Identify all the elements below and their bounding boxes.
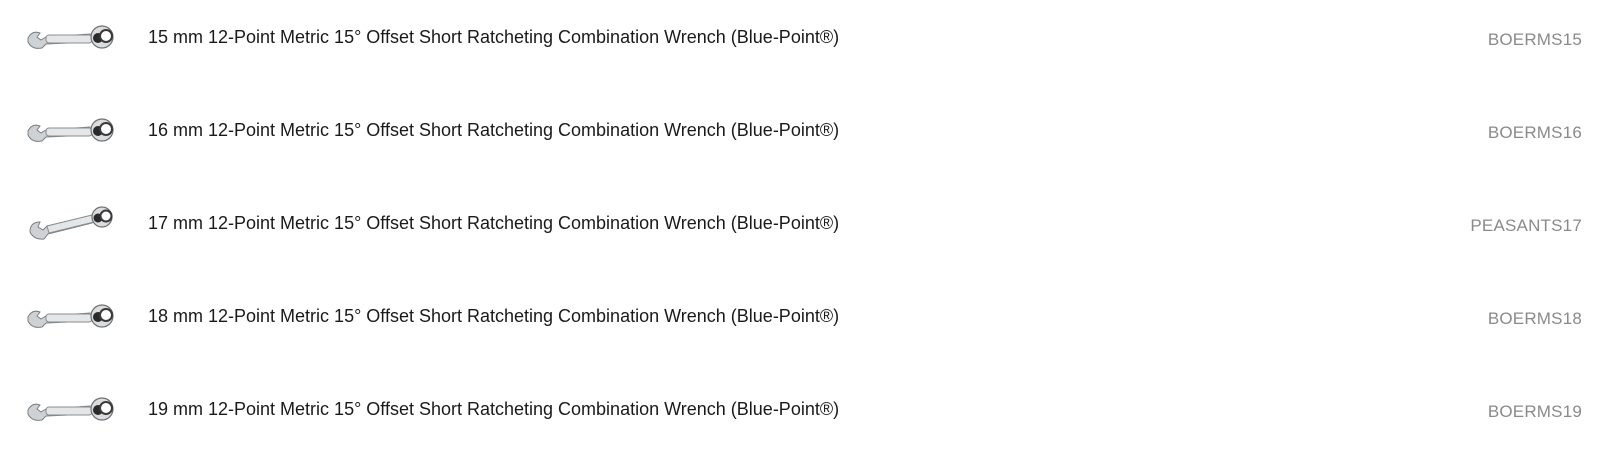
product-title[interactable]: 16 mm 12-Point Metric 15° Offset Short R… <box>148 119 839 141</box>
product-sku: BOERMS15 <box>1487 30 1582 49</box>
product-list: 15 mm 12-Point Metric 15° Offset Short R… <box>0 0 1600 452</box>
ratcheting-wrench-icon[interactable] <box>26 206 118 240</box>
product-sku: BOERMS16 <box>1487 123 1582 142</box>
product-row[interactable]: 17 mm 12-Point Metric 15° Offset Short R… <box>0 186 1600 279</box>
product-sku: BOERMS18 <box>1487 309 1582 328</box>
product-sku: BOERMS19 <box>1487 402 1582 421</box>
product-title[interactable]: 19 mm 12-Point Metric 15° Offset Short R… <box>148 398 839 420</box>
product-sku: PEASANTS17 <box>1470 216 1582 235</box>
product-row[interactable]: 18 mm 12-Point Metric 15° Offset Short R… <box>0 279 1600 372</box>
ratcheting-wrench-icon[interactable] <box>26 299 118 333</box>
product-row[interactable]: 15 mm 12-Point Metric 15° Offset Short R… <box>0 0 1600 93</box>
ratcheting-wrench-icon[interactable] <box>26 392 118 426</box>
ratcheting-wrench-icon[interactable] <box>26 20 118 54</box>
product-row[interactable]: 16 mm 12-Point Metric 15° Offset Short R… <box>0 93 1600 186</box>
product-title[interactable]: 18 mm 12-Point Metric 15° Offset Short R… <box>148 305 839 327</box>
product-row[interactable]: 19 mm 12-Point Metric 15° Offset Short R… <box>0 372 1600 452</box>
product-title[interactable]: 15 mm 12-Point Metric 15° Offset Short R… <box>148 26 839 48</box>
product-title[interactable]: 17 mm 12-Point Metric 15° Offset Short R… <box>148 212 839 234</box>
ratcheting-wrench-icon[interactable] <box>26 113 118 147</box>
